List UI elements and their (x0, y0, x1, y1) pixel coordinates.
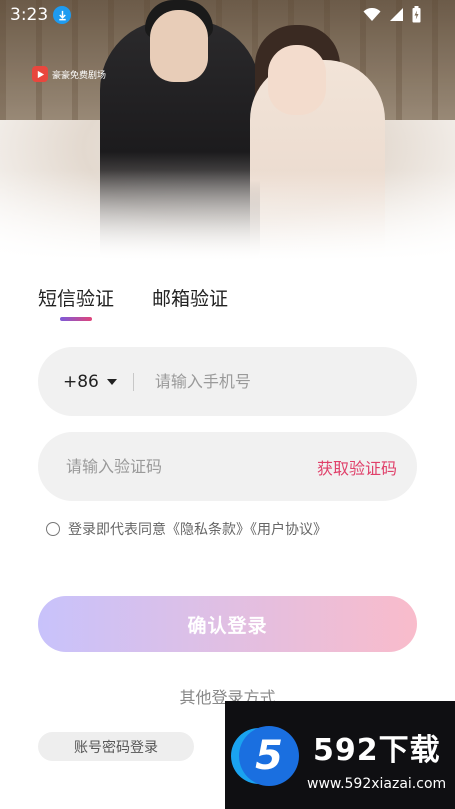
confirm-login-button[interactable]: 确认登录 (38, 596, 417, 652)
watermark-title: 592下载 (313, 733, 441, 768)
verification-code-field: 获取验证码 (38, 432, 417, 501)
brand-name: 豪豪免费剧场 (52, 70, 107, 81)
watermark: 5 592下载 www.592xiazai.com (225, 701, 455, 809)
agreement-text[interactable]: 登录即代表同意《隐私条款》《用户协议》 (68, 519, 327, 539)
verification-code-input[interactable] (64, 456, 317, 477)
agreement-row: 登录即代表同意《隐私条款》《用户协议》 (46, 519, 327, 539)
account-password-login-button[interactable]: 账号密码登录 (38, 732, 194, 761)
status-bar: 3:23 (0, 0, 455, 30)
download-icon (53, 6, 71, 24)
active-tab-indicator (60, 317, 92, 321)
signal-icon (389, 7, 404, 27)
tab-sms-verification[interactable]: 短信验证 (38, 284, 114, 311)
agreement-checkbox[interactable] (46, 522, 60, 536)
country-code-selector[interactable]: +86 (63, 372, 117, 392)
watermark-badge: 5 (239, 726, 299, 786)
watermark-url: www.592xiazai.com (307, 776, 447, 792)
brand-logo: 豪豪免费剧场 (32, 66, 106, 82)
hero-actor-female-face (268, 45, 326, 115)
hero-banner: 豪豪免费剧场 (0, 0, 455, 260)
verification-tabs: 短信验证 邮箱验证 (38, 284, 228, 311)
tab-email-verification[interactable]: 邮箱验证 (152, 284, 228, 311)
dropdown-caret-icon (106, 378, 117, 385)
get-code-button[interactable]: 获取验证码 (317, 455, 397, 479)
country-code: +86 (63, 371, 99, 392)
phone-field: +86 (38, 347, 417, 416)
phone-input[interactable] (152, 371, 417, 392)
field-divider (132, 372, 134, 391)
battery-icon (412, 6, 421, 28)
hero-fade (0, 170, 455, 260)
play-icon (32, 66, 48, 82)
wifi-icon (363, 7, 381, 27)
status-time: 3:23 (10, 5, 49, 25)
